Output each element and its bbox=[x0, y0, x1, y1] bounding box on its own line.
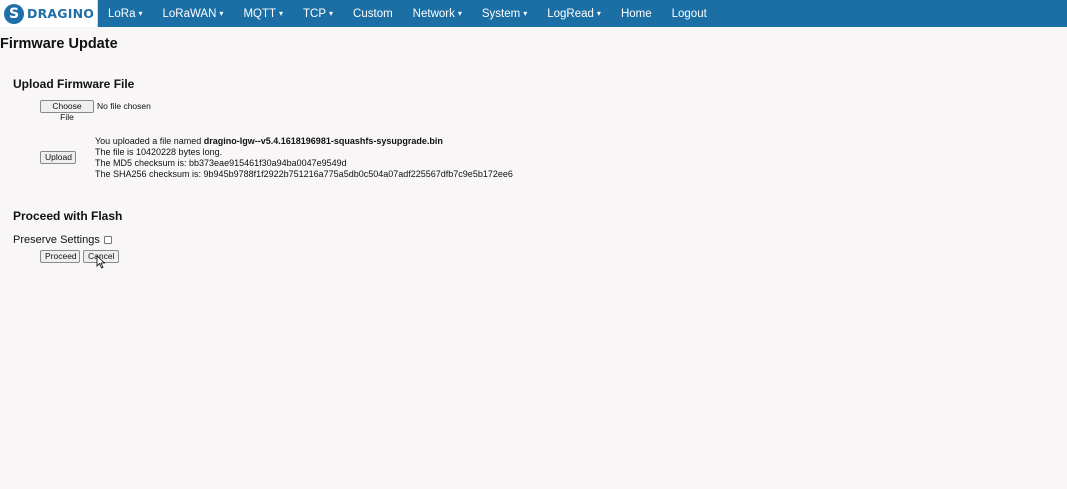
caret-down-icon: ▾ bbox=[219, 9, 224, 18]
nav-item-network[interactable]: Network ▾ bbox=[403, 0, 472, 27]
upload-section-title: Upload Firmware File bbox=[13, 77, 135, 91]
dragino-logo[interactable]: S DRAGINO bbox=[0, 0, 98, 27]
sha256-checksum-line: The SHA256 checksum is: 9b945b9788f1f292… bbox=[95, 169, 513, 179]
nav-item-label: System bbox=[481, 7, 521, 20]
dragino-logo-icon: S bbox=[4, 3, 24, 24]
page-title: Firmware Update bbox=[0, 36, 118, 52]
nav-item-custom[interactable]: Custom bbox=[343, 0, 403, 27]
mouse-cursor-icon bbox=[96, 255, 106, 269]
uploaded-file-prefix: You uploaded a file named bbox=[95, 136, 204, 146]
nav-item-mqtt[interactable]: MQTT ▾ bbox=[233, 0, 293, 27]
preserve-settings-checkbox[interactable] bbox=[104, 236, 112, 244]
uploaded-file-line: You uploaded a file named dragino-lgw--v… bbox=[95, 136, 443, 147]
nav-item-lorawan[interactable]: LoRaWAN ▾ bbox=[153, 0, 234, 27]
top-navbar: S DRAGINO LoRa ▾ LoRaWAN ▾ MQTT ▾ TCP ▾ … bbox=[0, 0, 1067, 27]
caret-down-icon: ▾ bbox=[138, 9, 143, 18]
choose-file-button[interactable]: Choose File bbox=[40, 100, 94, 122]
nav-item-label: Logout bbox=[671, 7, 707, 20]
md5-checksum-line: The MD5 checksum is: bb373eae915461f30a9… bbox=[95, 158, 347, 168]
caret-down-icon: ▾ bbox=[457, 9, 462, 18]
upload-button[interactable]: Upload bbox=[40, 151, 76, 164]
logo-text: DRAGINO bbox=[27, 6, 95, 21]
flash-section-title: Proceed with Flash bbox=[13, 209, 123, 223]
nav-item-label: TCP bbox=[303, 7, 327, 20]
proceed-button[interactable]: Proceed bbox=[40, 250, 80, 263]
nav-item-label: LoRaWAN bbox=[162, 7, 217, 20]
nav-item-label: Network bbox=[412, 7, 455, 20]
nav-item-label: LoRa bbox=[108, 7, 136, 20]
nav-item-tcp[interactable]: TCP ▾ bbox=[293, 0, 343, 27]
nav-item-home[interactable]: Home bbox=[611, 0, 662, 27]
preserve-settings-label: Preserve Settings bbox=[13, 234, 100, 246]
caret-down-icon: ▾ bbox=[329, 9, 334, 18]
caret-down-icon: ▾ bbox=[596, 9, 601, 18]
caret-down-icon: ▾ bbox=[279, 9, 284, 18]
no-file-chosen-text: No file chosen bbox=[97, 101, 151, 111]
uploaded-file-name: dragino-lgw--v5.4.1618196981-squashfs-sy… bbox=[203, 136, 443, 146]
file-size-line: The file is 10420228 bytes long. bbox=[95, 147, 223, 157]
nav-item-system[interactable]: System ▾ bbox=[472, 0, 537, 27]
nav-item-label: Home bbox=[620, 7, 652, 20]
nav-item-lora[interactable]: LoRa ▾ bbox=[98, 0, 153, 27]
nav-item-logout[interactable]: Logout bbox=[662, 0, 717, 27]
caret-down-icon: ▾ bbox=[523, 9, 528, 18]
nav-item-logread[interactable]: LogRead ▾ bbox=[537, 0, 611, 27]
nav-item-label: MQTT bbox=[243, 7, 277, 20]
nav-item-label: Custom bbox=[353, 7, 393, 20]
nav-item-label: LogRead bbox=[547, 7, 594, 20]
